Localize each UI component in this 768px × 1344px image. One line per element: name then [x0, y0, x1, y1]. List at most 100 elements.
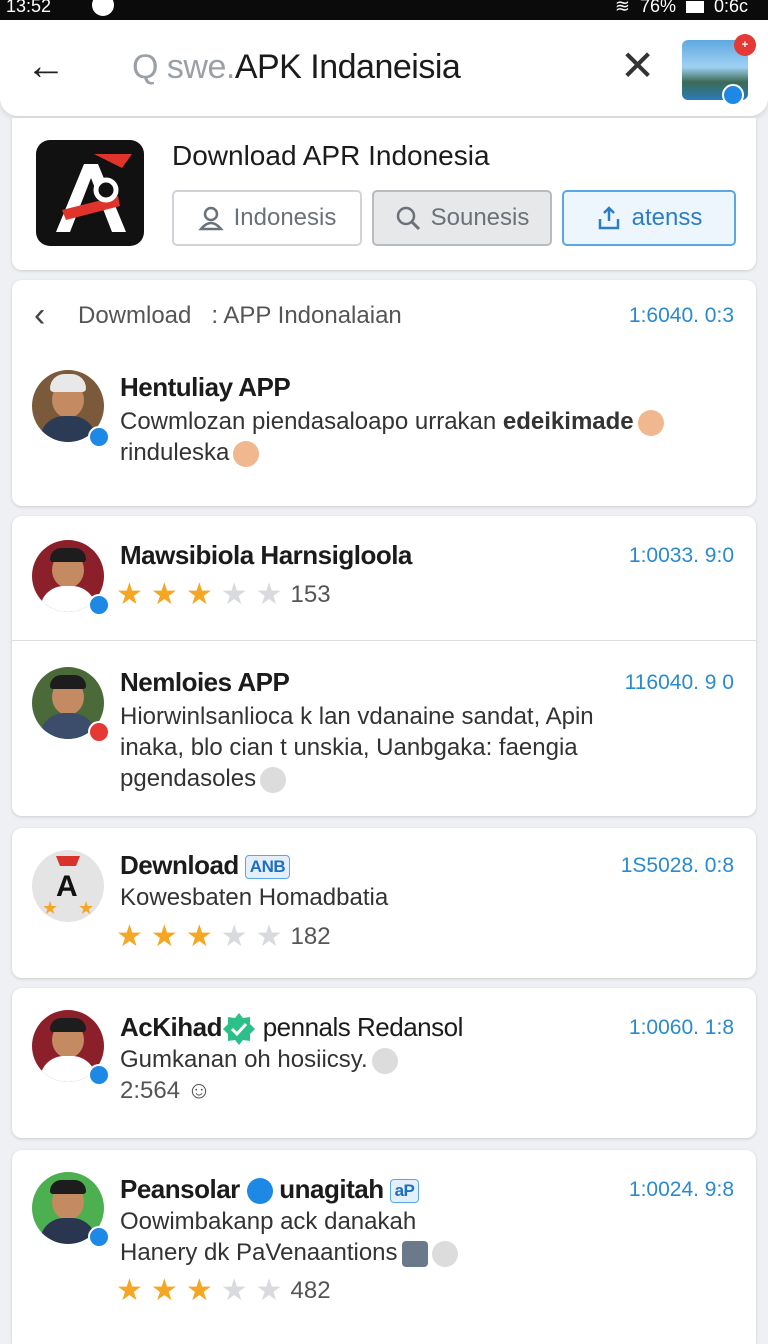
item-name: AcKihad pennals Redansol — [120, 1012, 463, 1046]
verified-badge-icon — [88, 1226, 110, 1248]
image-icon — [401, 1240, 428, 1267]
star-icon: ★ — [150, 578, 178, 611]
item-time: 1S5028. 0:8 — [620, 854, 734, 877]
chip-label: atenss — [631, 204, 703, 231]
chip-indonesis[interactable]: Indonesis — [172, 190, 362, 246]
verified-badge-icon — [88, 426, 110, 448]
star-icon: ★ — [116, 920, 143, 953]
list-item[interactable]: Nemloies APP 116040. 9 0 Hiorwinlsanlioc… — [12, 641, 756, 816]
star-icon: ★ — [220, 920, 248, 953]
desc-text: Cowmlozan piendasaloapo urrakan — [120, 408, 503, 435]
star-icon: ★ — [255, 920, 283, 953]
app-header-card: Download APR Indonesia Indonesis Sounesi… — [12, 118, 756, 270]
list-item[interactable]: Mawsibiola Harnsigloola 1:0033. 9:0 ★ ★ … — [12, 516, 756, 640]
status-bar: 13:52 ≋ 76% 0:6c — [0, 0, 768, 20]
desc-text: rinduleska — [120, 439, 230, 466]
star-icon: ★ — [150, 920, 178, 953]
app-avatar-icon: A ★ ★ — [32, 850, 104, 922]
desc-line: 2:564 — [120, 1077, 181, 1104]
desc-line: Hanery dk PaVenaantions — [120, 1239, 398, 1266]
status-time: 13:52 — [6, 0, 52, 16]
svg-text:★: ★ — [42, 898, 58, 918]
chip-label: Sounesis — [430, 204, 530, 231]
item-name: Dewnload ANB — [120, 850, 291, 881]
svg-text:A: A — [56, 870, 78, 903]
item-name: Nemloies APP — [120, 667, 290, 697]
emoji-icon — [260, 766, 287, 793]
item-name: Hentuliay APP — [120, 372, 291, 402]
back-button[interactable]: ← — [26, 46, 70, 90]
item-name-suffix: unagitah — [272, 1174, 384, 1204]
breadcrumb: Dowmload : APP Indonalaian — [78, 302, 402, 329]
item-time: 1:6040. 0:3 — [628, 304, 734, 327]
list-card: Mawsibiola Harnsigloola 1:0033. 9:0 ★ ★ … — [12, 516, 756, 816]
rating: ★ ★ ★ ★ ★ 153 — [116, 580, 331, 610]
item-name: Peansolar unagitah aP — [120, 1174, 420, 1205]
verified-icon — [722, 84, 744, 106]
app-logo-icon: A ★ ★ — [42, 856, 94, 918]
item-description: Gumkanan oh hosiicsy. 2:564 ☺ — [120, 1044, 398, 1106]
star-icon: ★ — [220, 578, 248, 611]
item-time: 1:0024. 9:8 — [628, 1178, 734, 1201]
list-item[interactable]: A ★ ★ Dewnload ANB 1S5028. 0:8 Kowesbaten… — [12, 828, 756, 978]
chevron-left-icon[interactable]: ‹ — [34, 296, 45, 335]
search-bar: ← Q swe.APK Indaneisia ✕ + — [0, 20, 768, 116]
search-input[interactable]: Q swe.APK Indaneisia — [132, 48, 461, 87]
search-icon: Q swe. — [132, 48, 235, 86]
star-icon: ★ — [185, 578, 213, 611]
list-item[interactable]: Peansolar unagitah aP 1:0024. 9:8 Oowimba… — [12, 1150, 756, 1344]
battery-percent: 76% — [639, 0, 676, 16]
rating-count: 182 — [290, 923, 331, 950]
desc-line: pgendasoles — [120, 765, 257, 792]
item-description: Kowesbaten Homadbatia — [120, 884, 389, 911]
star-icon: ★ — [185, 1274, 213, 1307]
item-tag: aP — [389, 1179, 420, 1204]
item-description: Oowimbakanp ack danakah Hanery dk PaVena… — [120, 1206, 458, 1268]
svg-text:★: ★ — [78, 898, 94, 918]
emoji-icon — [431, 1240, 458, 1267]
verified-badge-icon — [88, 1064, 110, 1086]
item-name-text: Peansolar — [120, 1174, 240, 1204]
app-title: Download APR Indonesia — [172, 140, 490, 171]
chip-sounesis[interactable]: Sounesis — [372, 190, 552, 246]
person-icon — [197, 206, 224, 231]
chip-atenss[interactable]: atenss — [562, 190, 736, 246]
item-name-suffix: pennals Redansol — [255, 1012, 464, 1042]
item-name-text: Dewnload — [120, 850, 239, 880]
notification-badge: + — [734, 34, 756, 56]
profile-thumbnail[interactable]: + — [682, 34, 756, 106]
star-icon: ★ — [255, 578, 283, 611]
star-icon: ★ — [220, 1274, 248, 1307]
status-clock-right: 0:6c — [713, 0, 748, 16]
emoji-icon — [637, 409, 664, 436]
star-icon: ★ — [185, 920, 213, 953]
item-name: Mawsibiola Harnsigloola — [120, 540, 412, 570]
rating: ★ ★ ★ ★ ★ 482 — [116, 1276, 331, 1306]
notification-icon — [92, 0, 114, 16]
share-icon — [598, 206, 619, 230]
item-description: Hiorwinlsanlioca k lan vdanaine sandat, … — [120, 701, 680, 794]
desc-line: Oowimbakanp ack danakah — [120, 1208, 417, 1235]
item-time: 1:0060. 1:8 — [628, 1016, 734, 1039]
wifi-icon: ≋ — [614, 0, 630, 16]
emoji-icon — [233, 440, 260, 467]
verified-badge-icon — [88, 594, 110, 616]
apk-logo-icon — [56, 154, 132, 232]
desc-line: inaka, blo cian t unskia, Uanbgaka: faen… — [120, 734, 578, 761]
item-description: Cowmlozan piendasaloapo urrakan edeikima… — [120, 406, 720, 468]
smile-icon: ☺ — [186, 1077, 212, 1104]
item-tag: ANB — [244, 855, 291, 880]
desc-line: Gumkanan oh hosiicsy. — [120, 1046, 368, 1073]
star-icon: ★ — [150, 1274, 178, 1307]
list-item[interactable]: ‹ Dowmload : APP Indonalaian 1:6040. 0:3… — [12, 280, 756, 506]
clear-search-button[interactable]: ✕ — [620, 44, 655, 88]
star-icon: ★ — [116, 578, 143, 611]
search-icon — [396, 206, 420, 231]
rating-count: 153 — [290, 581, 331, 608]
rating-count: 482 — [290, 1277, 331, 1304]
search-query: APK Indaneisia — [234, 48, 461, 86]
chip-label: Indonesis — [233, 204, 337, 231]
item-time: 116040. 9 0 — [624, 671, 734, 694]
app-logo-icon[interactable] — [36, 140, 144, 246]
list-item[interactable]: AcKihad pennals Redansol 1:0060. 1:8 Gum… — [12, 988, 756, 1138]
